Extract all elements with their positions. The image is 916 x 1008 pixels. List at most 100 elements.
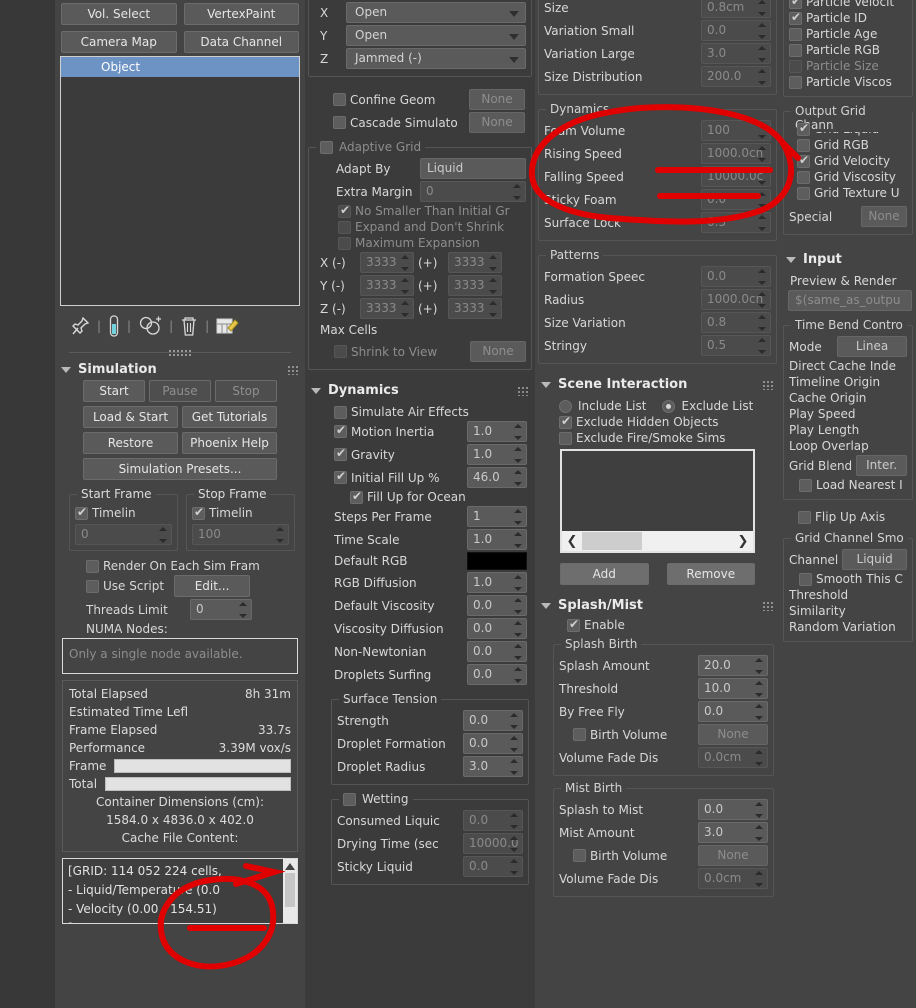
strength-input[interactable]: 0.0 [463,710,523,731]
stop-button[interactable]: Stop [215,380,277,402]
input-rollup-header[interactable]: Input [780,249,916,270]
simulation-presets-button[interactable]: Simulation Presets... [83,458,277,480]
scroll-thumb[interactable] [582,532,642,550]
load-and-start-button[interactable]: Load & Start [83,406,178,428]
max-expansion-checkbox[interactable] [338,236,351,250]
time-bend-mode-dropdown[interactable]: Linea [837,336,907,357]
dynamics-rollup-header[interactable]: Dynamics [305,380,535,401]
chevron-down-icon[interactable] [311,387,321,394]
smoothing-channel-dropdown[interactable]: Liquid [842,549,907,570]
load-nearest-checkbox[interactable] [799,478,812,492]
include-list-radio[interactable] [559,399,572,413]
consumed-liquid-input[interactable]: 0.0 [463,810,523,831]
particle-age-checkbox[interactable] [789,27,802,41]
confine-geom-checkbox[interactable] [333,93,346,106]
splash-threshold-input[interactable]: 10.0 [698,678,768,699]
start-frame-timeline-checkbox[interactable] [75,505,88,520]
default-rgb-color-swatch[interactable] [467,552,527,570]
grid-liquid-checkbox[interactable] [797,121,810,136]
drag-grip-icon[interactable] [762,379,774,390]
droplet-formation-input[interactable]: 0.0 [463,733,523,754]
axis-z-dropdown[interactable]: Jammed (-) [346,48,526,69]
merge-objects-icon[interactable] [137,315,163,337]
input-path-field[interactable]: $(same_as_outpu [788,290,912,311]
adaptive-z-pos-input[interactable]: 3333 [448,298,502,319]
restore-button[interactable]: Restore [83,432,178,454]
size-variation-input[interactable]: 0.8 [701,312,771,333]
cache-scrollbar[interactable] [283,859,297,923]
grid-blend-dropdown[interactable]: Inter. [856,455,907,476]
no-smaller-checkbox[interactable] [338,203,351,218]
exclude-list-radio[interactable] [662,399,676,413]
threads-limit-input[interactable]: 0 [190,599,252,620]
motion-inertia-checkbox[interactable] [334,423,347,438]
add-button[interactable]: Add [560,563,649,585]
steps-per-frame-input[interactable]: 1 [467,506,527,527]
scene-list-hscrollbar[interactable]: ❮ ❯ [562,531,753,551]
splash-to-mist-input[interactable]: 0.0 [698,799,768,820]
simulate-air-effects-checkbox[interactable] [334,405,347,419]
splash-amount-input[interactable]: 20.0 [698,655,768,676]
exclude-hidden-objects-checkbox[interactable] [559,414,572,429]
drag-grip-icon[interactable] [287,364,299,375]
splash-mist-header[interactable]: Splash/Mist [535,595,780,616]
formation-speed-input[interactable]: 0.0 [701,266,771,287]
pause-button[interactable]: Pause [149,380,211,402]
list-item-object[interactable]: Object [61,57,299,77]
scene-objects-list[interactable]: ❮ ❯ [560,449,755,553]
particle-viscosity-checkbox[interactable] [789,75,802,89]
special-picker[interactable]: None [861,206,907,227]
stop-frame-input[interactable]: 100 [192,524,289,545]
scene-interaction-header[interactable]: Scene Interaction [535,374,780,395]
simulation-rollup-header[interactable]: Simulation [55,359,305,380]
edit-script-button[interactable]: Edit... [174,575,251,597]
particle-velocity-checkbox[interactable] [789,0,802,9]
splash-birth-volume-picker[interactable]: None [698,724,768,745]
variation-small-input[interactable]: 0.0 [701,20,771,41]
adaptive-x-neg-input[interactable]: 3333 [360,252,414,273]
particle-rgb-checkbox[interactable] [789,43,802,57]
cache-file-content-box[interactable]: [GRID: 114 052 224 cells, - Liquid/Tempe… [62,858,298,924]
mist-amount-input[interactable]: 3.0 [698,822,768,843]
cascade-simulator-checkbox[interactable] [333,116,346,129]
remove-button[interactable]: Remove [666,563,755,585]
shrink-to-view-picker[interactable]: None [470,341,526,362]
camera-map-button[interactable]: Camera Map [61,31,177,53]
render-each-frame-checkbox[interactable] [86,559,99,573]
edit-table-icon[interactable] [215,315,239,337]
vertexpaint-button[interactable]: VertexPaint [183,3,299,25]
exclude-fire-smoke-checkbox[interactable] [559,431,572,445]
foam-volume-input[interactable]: 100 [701,120,771,141]
sticky-foam-input[interactable]: 0.0 [701,189,771,210]
time-scale-input[interactable]: 1.0 [467,529,527,550]
drying-time-input[interactable]: 10000.0 [463,833,523,854]
numa-nodes-field[interactable]: Only a single node available. [62,638,298,674]
mist-birth-volume-checkbox[interactable] [573,849,586,862]
initial-fill-up-checkbox[interactable] [334,469,347,484]
droplets-surfing-input[interactable]: 0.0 [467,664,527,685]
initial-fill-up-input[interactable]: 46.0 [467,467,527,488]
expand-no-shrink-checkbox[interactable] [338,220,351,234]
non-newtonian-input[interactable]: 0.0 [467,641,527,662]
cascade-simulator-picker[interactable]: None [469,112,525,133]
foam-size-input[interactable]: 0.8cm [701,0,771,18]
axis-x-dropdown[interactable]: Open [346,2,526,23]
droplet-radius-input[interactable]: 3.0 [463,756,523,777]
object-list[interactable]: Object [60,56,300,306]
stop-frame-timeline-checkbox[interactable] [192,505,205,520]
falling-speed-input[interactable]: 10000.0c [701,166,771,187]
size-distribution-input[interactable]: 200.0 [701,66,771,87]
default-viscosity-input[interactable]: 0.0 [467,595,527,616]
scroll-thumb[interactable] [285,873,295,907]
flip-up-axis-checkbox[interactable] [798,510,811,524]
rgb-diffusion-input[interactable]: 1.0 [467,572,527,593]
viscosity-diffusion-input[interactable]: 0.0 [467,618,527,639]
particle-size-checkbox[interactable] [789,59,802,73]
mist-volume-fade-input[interactable]: 0.0cm [698,868,768,889]
chevron-down-icon[interactable] [541,381,551,388]
adaptive-z-neg-input[interactable]: 3333 [360,298,414,319]
sticky-liquid-input[interactable]: 0.0 [463,856,523,877]
threads-limit-spinner[interactable] [239,602,248,618]
test-tube-icon[interactable] [107,314,121,338]
stop-frame-spinner[interactable] [276,527,285,543]
